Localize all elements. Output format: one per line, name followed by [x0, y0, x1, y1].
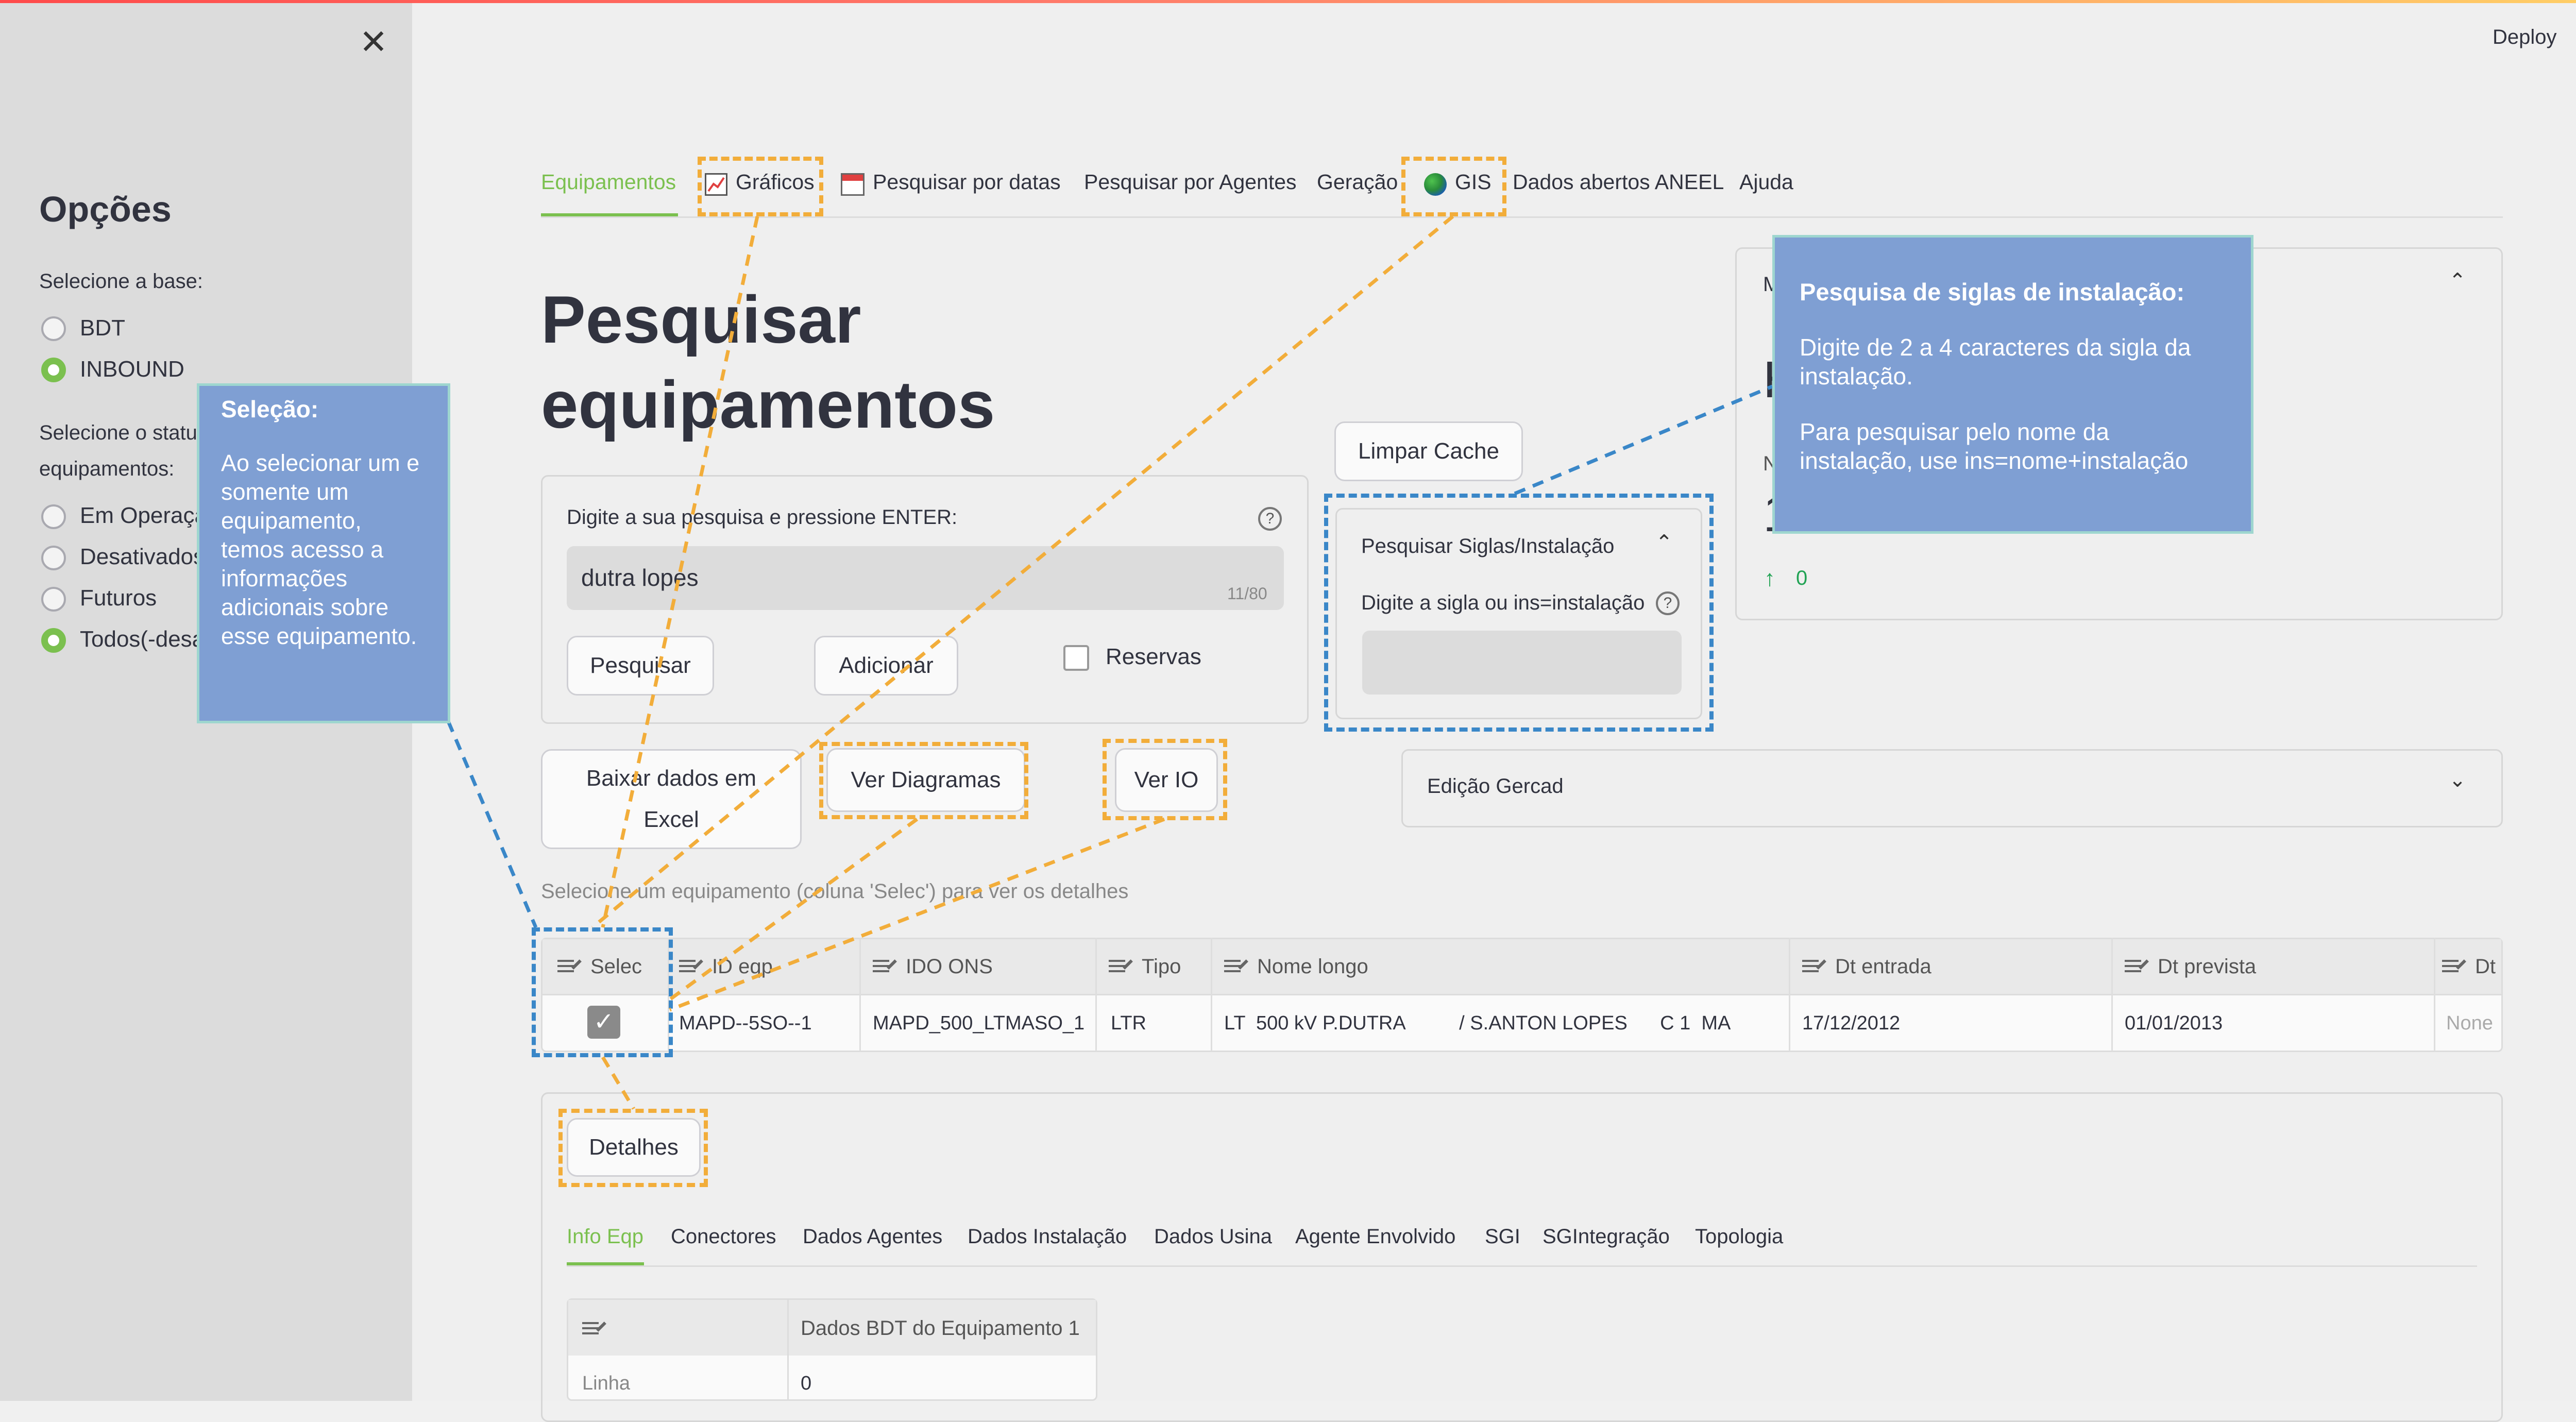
annotation-selecao-title: Seleção:	[221, 396, 319, 422]
annotation-selecao: Seleção: Ao selecionar um e somente um e…	[197, 383, 450, 723]
annotation-selecao-body: Ao selecionar um e somente um equipament…	[221, 450, 420, 649]
annotation-siglas-body-1: Digite de 2 a 4 caracteres da sigla da i…	[1800, 334, 2191, 390]
annotation-siglas: Pesquisa de siglas de instalação: Digite…	[1772, 235, 2253, 534]
annotation-siglas-body-2: Para pesquisar pelo nome da instalação, …	[1800, 418, 2189, 474]
annotation-siglas-title: Pesquisa de siglas de instalação:	[1800, 278, 2185, 306]
